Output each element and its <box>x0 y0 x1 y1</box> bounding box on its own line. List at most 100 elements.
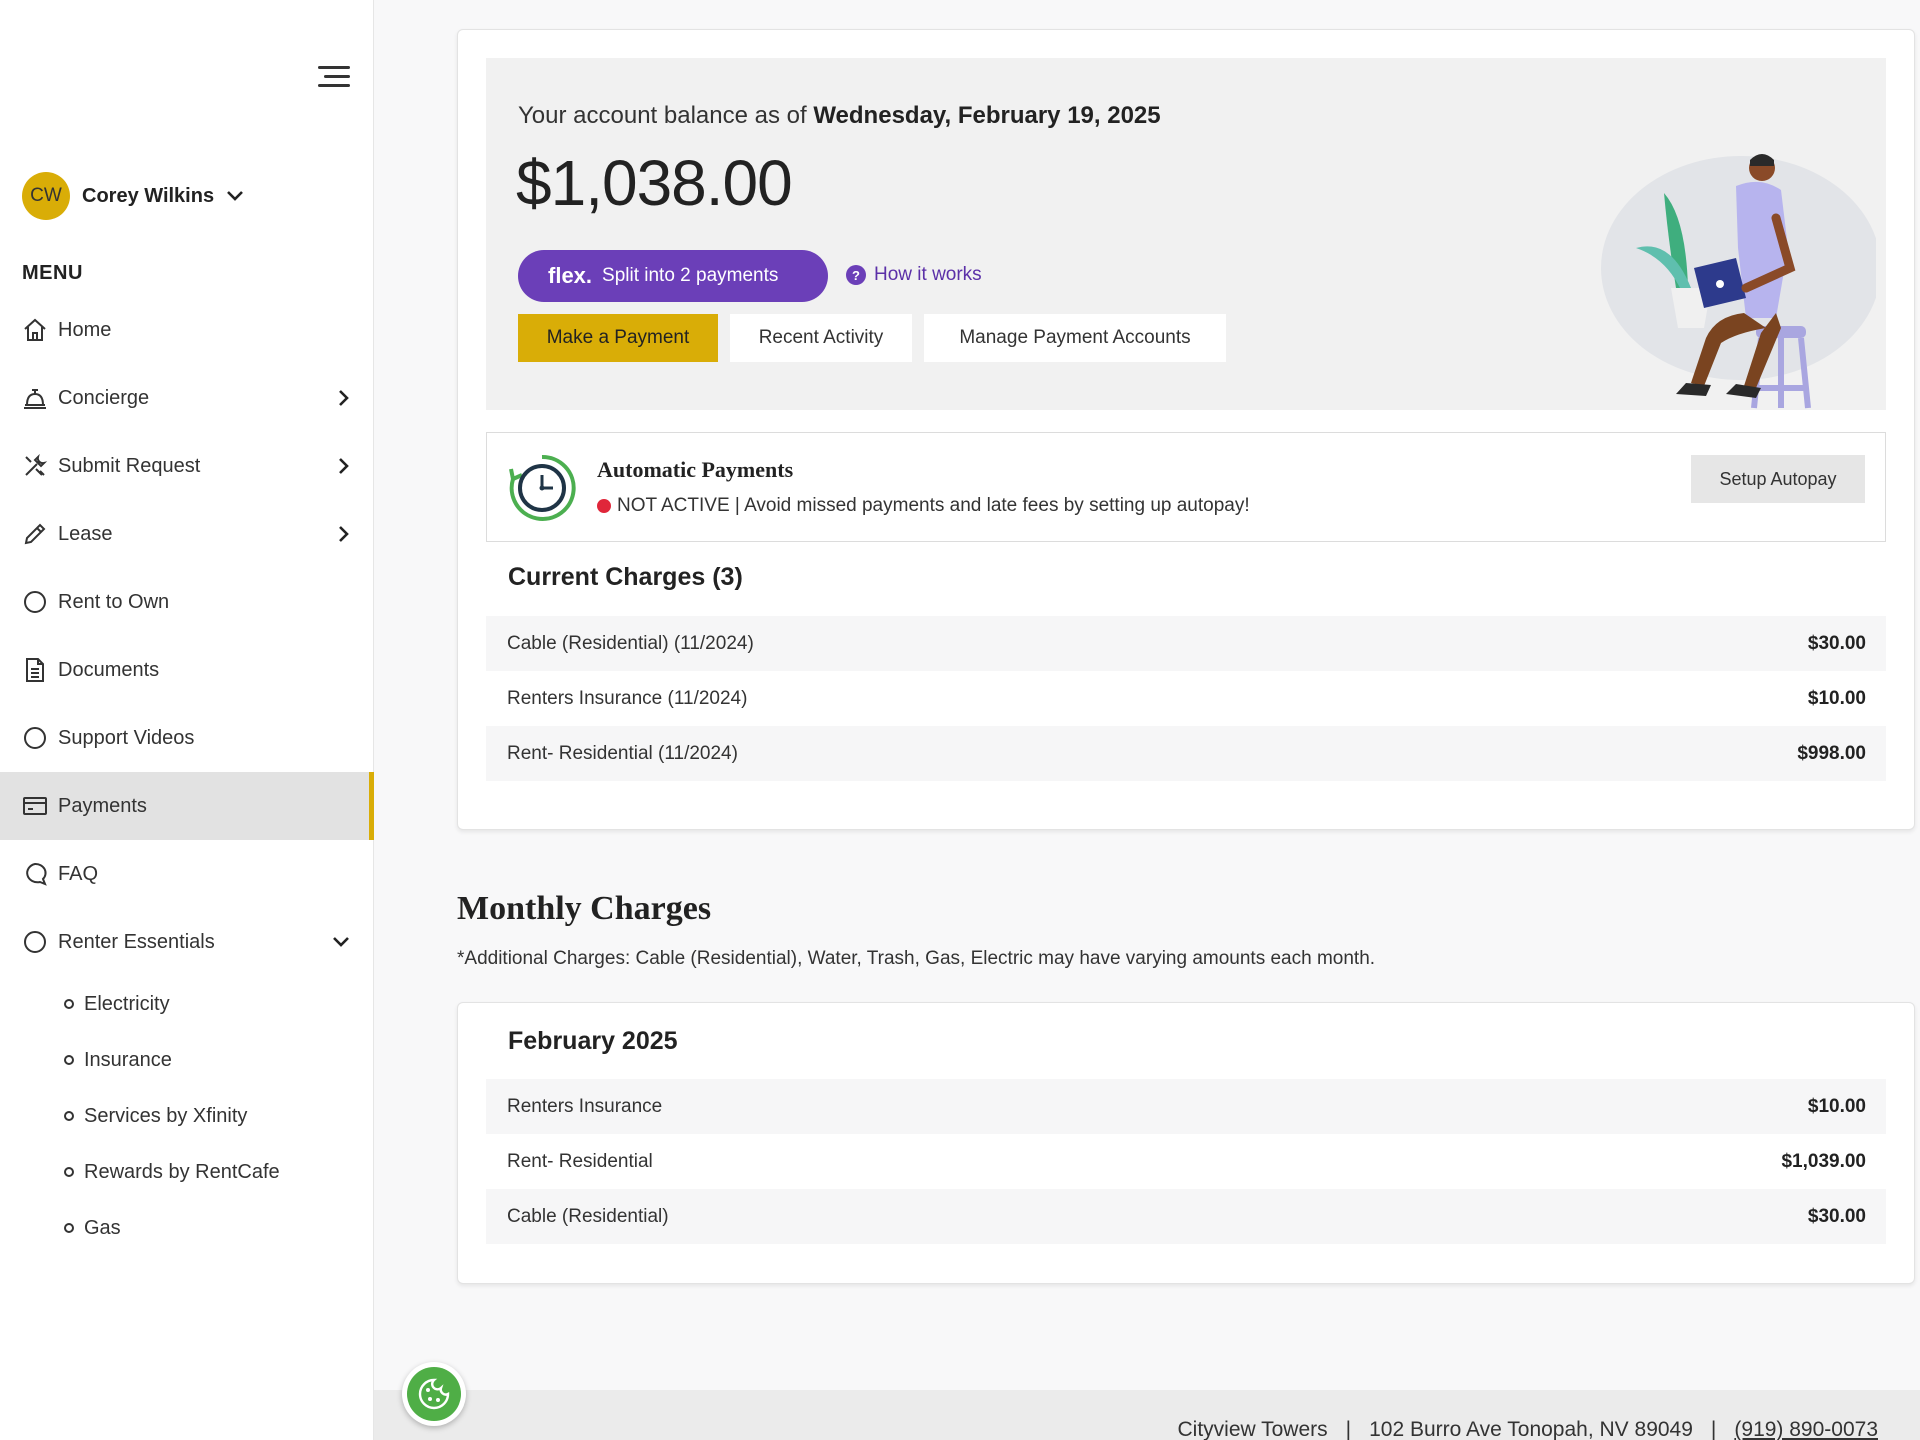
balance-card: Your account balance as of Wednesday, Fe… <box>457 29 1915 830</box>
flex-split-button[interactable]: flex. Split into 2 payments <box>518 250 828 302</box>
sidebar-item-label: Home <box>58 318 112 341</box>
table-row: Renters Insurance (11/2024) $10.00 <box>486 671 1886 726</box>
monthly-charges-note: *Additional Charges: Cable (Residential)… <box>457 948 1376 969</box>
month-heading: February 2025 <box>508 1027 678 1055</box>
tools-icon <box>22 453 48 479</box>
footer-separator: | <box>1345 1418 1352 1440</box>
sidebar-item-label: Support Videos <box>58 726 195 749</box>
sub-item-label: Gas <box>84 1216 121 1239</box>
sub-item-label: Electricity <box>84 992 170 1015</box>
autopay-title: Automatic Payments <box>597 457 794 482</box>
sidebar-item-rent-to-own[interactable]: Rent to Own <box>0 568 374 636</box>
sidebar-item-documents[interactable]: Documents <box>0 636 374 704</box>
user-name: Corey Wilkins <box>82 184 215 207</box>
chevron-down-icon <box>333 937 349 947</box>
current-charges-list: Cable (Residential) (11/2024) $30.00 Ren… <box>486 616 1886 781</box>
autopay-status: NOT ACTIVE | Avoid missed payments and l… <box>597 495 1250 517</box>
balance-date: Wednesday, February 19, 2025 <box>813 102 1161 129</box>
charge-amount: $10.00 <box>1807 687 1866 709</box>
charge-amount: $30.00 <box>1807 1205 1866 1227</box>
sidebar-item-label: Payments <box>58 794 147 817</box>
sub-item-insurance[interactable]: Insurance <box>0 1032 374 1088</box>
monthly-charges-heading: Monthly Charges <box>457 890 712 927</box>
credit-card-icon <box>22 793 48 819</box>
sidebar-item-faq[interactable]: FAQ <box>0 840 374 908</box>
person-laptop-illustration <box>1601 154 1876 409</box>
charge-amount: $10.00 <box>1807 1095 1866 1117</box>
bullet-icon <box>64 1223 74 1233</box>
sidebar-item-payments[interactable]: Payments <box>0 772 374 840</box>
charge-label: Cable (Residential) (11/2024) <box>507 632 754 654</box>
bullet-icon <box>64 1167 74 1177</box>
footer-address: 102 Burro Ave Tonopah, NV 89049 <box>1369 1418 1693 1440</box>
table-row: Cable (Residential) $30.00 <box>486 1189 1886 1244</box>
monthly-charges-card: February 2025 Renters Insurance $10.00 R… <box>457 1002 1915 1284</box>
charge-label: Rent- Residential (11/2024) <box>507 742 738 764</box>
charge-label: Renters Insurance (11/2024) <box>507 687 748 709</box>
recent-activity-button[interactable]: Recent Activity <box>730 314 912 362</box>
document-icon <box>22 657 48 683</box>
balance-prefix: Your account balance as of <box>518 102 814 129</box>
question-icon: ? <box>846 265 866 285</box>
charge-amount: $998.00 <box>1797 742 1866 764</box>
footer-separator: | <box>1710 1418 1717 1440</box>
flex-label: Split into 2 payments <box>602 265 779 286</box>
cookie-settings-button[interactable] <box>402 1362 466 1426</box>
sub-item-rewards[interactable]: Rewards by RentCafe <box>0 1144 374 1200</box>
sidebar-item-label: Documents <box>58 658 160 681</box>
sub-item-gas[interactable]: Gas <box>0 1200 374 1256</box>
balance-amount: $1,038.00 <box>516 147 793 219</box>
bullet-icon <box>64 999 74 1009</box>
hamburger-menu-icon[interactable] <box>318 64 352 90</box>
bell-icon <box>22 385 48 411</box>
charge-amount: $30.00 <box>1807 632 1866 654</box>
charge-amount: $1,039.00 <box>1781 1150 1866 1172</box>
table-row: Renters Insurance $10.00 <box>486 1079 1886 1134</box>
cookie-icon <box>407 1367 461 1421</box>
setup-autopay-button[interactable]: Setup Autopay <box>1691 455 1865 503</box>
autopay-status-text: NOT ACTIVE | Avoid missed payments and l… <box>617 495 1250 516</box>
table-row: Rent- Residential (11/2024) $998.00 <box>486 726 1886 781</box>
chevron-down-icon <box>227 191 244 201</box>
balance-hero: Your account balance as of Wednesday, Fe… <box>486 58 1886 410</box>
sidebar-item-renter-essentials[interactable]: Renter Essentials <box>0 908 374 976</box>
sidebar-item-lease[interactable]: Lease <box>0 500 374 568</box>
sidebar: CW Corey Wilkins MENU Home Concierge Sub… <box>0 0 374 1440</box>
sidebar-item-support-videos[interactable]: Support Videos <box>0 704 374 772</box>
charge-label: Cable (Residential) <box>507 1205 669 1227</box>
how-it-works-label: How it works <box>874 264 982 285</box>
footer-phone-link[interactable]: (919) 890-0073 <box>1734 1418 1878 1440</box>
make-payment-button[interactable]: Make a Payment <box>518 314 718 362</box>
bullet-icon <box>64 1111 74 1121</box>
status-dot-icon <box>597 499 611 513</box>
user-menu[interactable]: CW Corey Wilkins <box>22 172 244 220</box>
footer-property: Cityview Towers <box>1177 1418 1328 1440</box>
table-row: Rent- Residential $1,039.00 <box>486 1134 1886 1189</box>
sidebar-nav: Home Concierge Submit Request Lease Rent… <box>0 296 374 1256</box>
circle-icon <box>22 929 48 955</box>
monthly-charges-list: Renters Insurance $10.00 Rent- Residenti… <box>486 1079 1886 1244</box>
sidebar-item-submit-request[interactable]: Submit Request <box>0 432 374 500</box>
sidebar-item-label: Rent to Own <box>58 590 170 613</box>
sidebar-item-home[interactable]: Home <box>0 296 374 364</box>
sub-item-xfinity[interactable]: Services by Xfinity <box>0 1088 374 1144</box>
sub-item-label: Services by Xfinity <box>84 1104 248 1127</box>
automatic-payments-panel: Automatic Payments NOT ACTIVE | Avoid mi… <box>486 432 1886 542</box>
sub-item-label: Rewards by RentCafe <box>84 1160 280 1183</box>
avatar: CW <box>22 172 70 220</box>
clock-autopay-icon <box>509 454 576 521</box>
charge-label: Renters Insurance <box>507 1095 663 1117</box>
menu-heading: MENU <box>22 262 83 284</box>
sidebar-item-label: Concierge <box>58 386 150 409</box>
chevron-right-icon <box>339 458 349 474</box>
pencil-icon <box>22 521 48 547</box>
sidebar-item-concierge[interactable]: Concierge <box>0 364 374 432</box>
chevron-right-icon <box>339 390 349 406</box>
how-it-works-link[interactable]: ? How it works <box>846 264 982 286</box>
sub-item-electricity[interactable]: Electricity <box>0 976 374 1032</box>
sidebar-item-label: Renter Essentials <box>58 930 215 953</box>
balance-date-line: Your account balance as of Wednesday, Fe… <box>518 102 1161 130</box>
flex-logo: flex. <box>548 263 593 288</box>
footer: Cityview Towers | 102 Burro Ave Tonopah,… <box>374 1390 1920 1440</box>
manage-payment-accounts-button[interactable]: Manage Payment Accounts <box>924 314 1226 362</box>
